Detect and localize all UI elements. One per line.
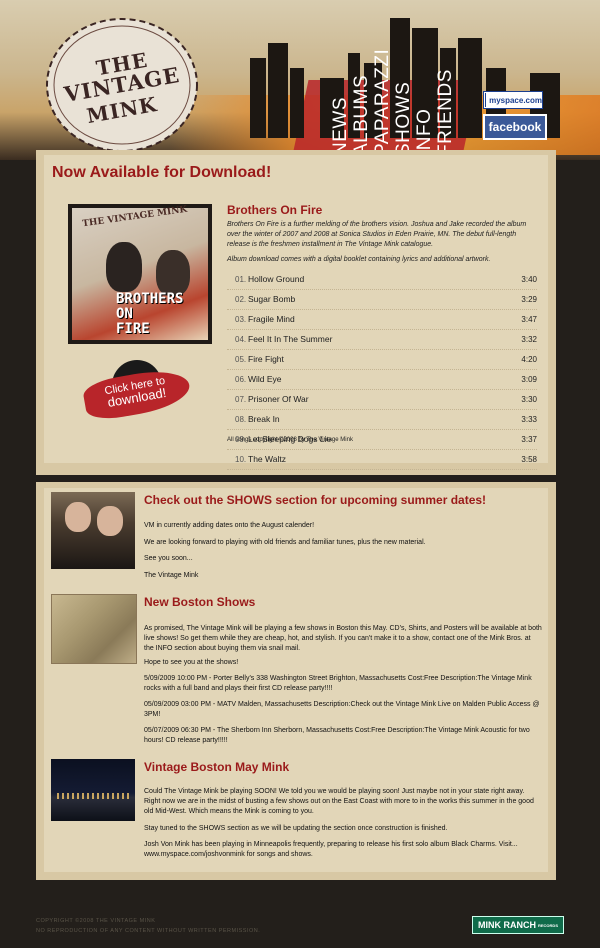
track-title: Break In [248,414,280,424]
news-paragraph: 05/07/2009 06:30 PM - The Sherborn Inn S… [144,727,530,744]
album-cover-title-1: BROTHERS [116,291,184,307]
news-title[interactable]: Vintage Boston May Mink [144,760,289,774]
download-heading: Now Available for Download! [52,164,272,181]
album-cover-title-3: FIRE [116,321,150,337]
album-note: Album download comes with a digital book… [227,256,491,263]
social-links: myspace.com facebook [483,91,547,140]
track-row[interactable]: 02. Sugar Bomb 3:29 [227,290,537,310]
album-cover-title-2: ON [116,306,133,322]
track-title: Fire Fight [248,354,284,364]
album-title: Brothers On Fire [227,203,323,217]
download-button[interactable]: Click here to download! [81,360,193,423]
track-title: Prisoner Of War [248,394,309,404]
track-title: Fragile Mind [248,314,295,324]
track-number: 01. [235,275,247,284]
album-cover-title: BROTHERS ON FIRE [116,292,183,337]
news-paragraph: 05/09/2009 03:00 PM - MATV Malden, Massa… [144,701,540,718]
track-title: The Waltz [248,454,286,464]
news-paragraph: 5/09/2009 10:00 PM - Porter Belly's 338 … [144,675,532,692]
news-paragraph: See you soon... [144,555,193,562]
myspace-button[interactable]: myspace.com [483,91,543,109]
mink-ranch-records-logo[interactable]: MINK RANCH RECORDS [472,916,564,934]
boston-map-image [51,594,137,664]
myspace-icon [485,93,487,107]
news-paragraph: As promised, The Vintage Mink will be pl… [144,625,542,652]
track-duration: 3:33 [521,415,537,424]
track-duration: 3:58 [521,455,537,464]
track-title: Feel It In The Summer [248,334,333,344]
news-paragraph: Josh Von Mink has been playing in Minnea… [144,841,518,858]
city-lights [57,793,129,799]
footer-copyright: COPYRIGHT ©2008 THE VINTAGE MINK [36,918,156,924]
news-title[interactable]: Check out the SHOWS section for upcoming… [144,493,486,507]
news-paragraph: We are looking forward to playing with o… [144,539,426,546]
track-number: 02. [235,295,247,304]
site-header: THE VINTAGE MINK NEWS ALBUMS PAPARAZZI S… [0,0,600,160]
track-number: 03. [235,315,247,324]
myspace-label: myspace.com [489,95,542,105]
track-row[interactable]: 06. Wild Eye 3:09 [227,370,537,390]
news-paragraph: Could The Vintage Mink be playing SOON! … [144,788,534,815]
track-title: Hollow Ground [248,274,305,284]
track-row[interactable]: 08. Break In 3:33 [227,410,537,430]
track-duration: 4:20 [521,355,537,364]
nav-news[interactable]: NEWS [330,97,351,156]
track-duration: 3:37 [521,435,537,444]
album-cover-art: THE VINTAGE MINK BROTHERS ON FIRE [72,204,208,340]
band-photo [51,492,135,569]
album-cover-figure [156,250,190,296]
track-duration: 3:40 [521,275,537,284]
nav-friends[interactable]: FRIENDS [435,69,456,156]
footer-notice: NO REPRODUCTION OF ANY CONTENT WITHOUT W… [36,928,261,934]
band-logo[interactable]: THE VINTAGE MINK [38,8,206,158]
track-duration: 3:30 [521,395,537,404]
track-duration: 3:09 [521,375,537,384]
album-cover-band: THE VINTAGE MINK [81,204,188,230]
track-duration: 3:29 [521,295,537,304]
track-row[interactable]: 10. The Waltz 3:58 [227,450,537,470]
track-title: Wild Eye [248,374,282,384]
track-number: 05. [235,355,247,364]
track-duration: 3:32 [521,335,537,344]
news-paragraph: The Vintage Mink [144,572,199,579]
mink-ranch-sub: RECORDS [537,922,558,928]
boston-night-skyline-image [51,759,135,821]
track-duration: 3:47 [521,315,537,324]
nav-shows[interactable]: SHOWS [393,82,414,156]
track-row[interactable]: 07. Prisoner Of War 3:30 [227,390,537,410]
nav-albums[interactable]: ALBUMS [351,75,372,156]
album-description: Brothers On Fire is a further melding of… [227,221,527,248]
band-member-figure [97,506,123,536]
news-title[interactable]: New Boston Shows [144,595,255,609]
track-row[interactable]: 05. Fire Fight 4:20 [227,350,537,370]
news-paragraph: Stay tuned to the SHOWS section as we wi… [144,825,448,832]
track-row[interactable]: 01. Hollow Ground 3:40 [227,270,537,290]
album-cover-image[interactable]: THE VINTAGE MINK BROTHERS ON FIRE [68,204,212,344]
nav-info[interactable]: INFO [414,109,435,156]
track-number: 08. [235,415,247,424]
news-paragraph: VM in currently adding dates onto the Au… [144,522,315,529]
album-cover-figure [106,242,142,292]
track-number: 10. [235,455,247,464]
track-row[interactable]: 04. Feel It In The Summer 3:32 [227,330,537,350]
facebook-button[interactable]: facebook [483,114,547,140]
track-number: 07. [235,395,247,404]
nav-paparazzi[interactable]: PAPARAZZI [372,49,393,156]
mink-ranch-label: MINK RANCH [477,920,536,930]
track-title: Sugar Bomb [248,294,296,304]
track-row[interactable]: 03. Fragile Mind 3:47 [227,310,537,330]
track-number: 06. [235,375,247,384]
news-paragraph: Hope to see you at the shows! [144,659,239,666]
band-member-figure [65,502,91,532]
songs-copyright: All songs copyright ©2008 by The Vintage… [227,437,353,443]
track-number: 04. [235,335,247,344]
